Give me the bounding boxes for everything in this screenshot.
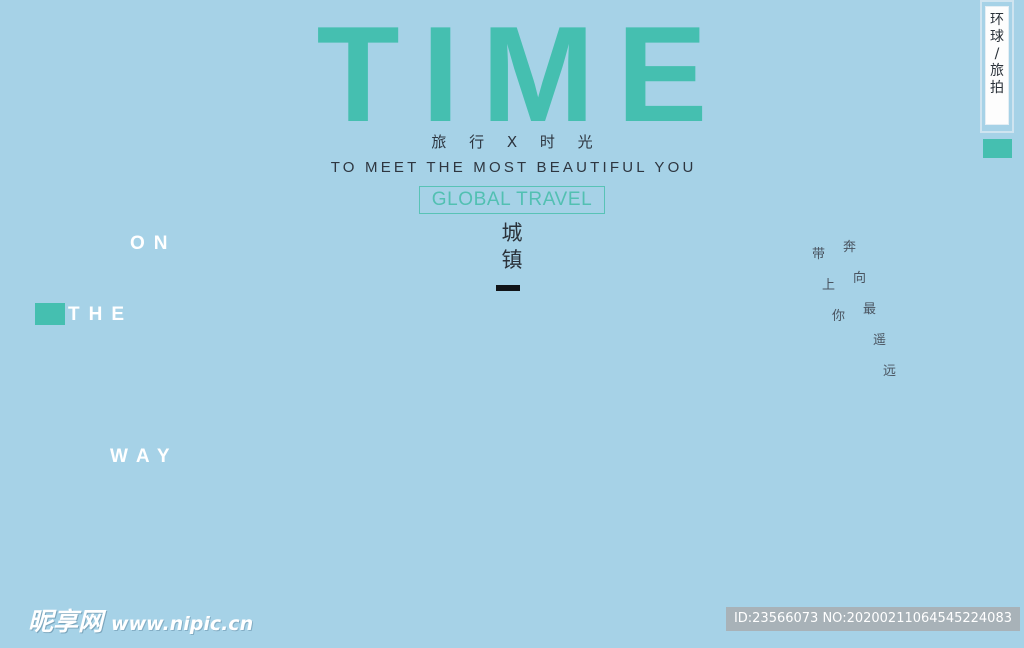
right-col-b-char-4: 遥 xyxy=(873,333,887,348)
corner-badge-accent-block xyxy=(983,139,1012,158)
global-travel-label: GLOBAL TRAVEL xyxy=(418,186,606,214)
poster-canvas: TIME 旅 行 X 时 光 TO MEET THE MOST BEAUTIFU… xyxy=(0,0,1024,648)
english-tagline: TO MEET THE MOST BEAUTIFUL YOU xyxy=(330,159,697,176)
left-word-on: ON xyxy=(130,233,177,254)
watermark-url: www.nipic.cn xyxy=(111,613,254,635)
right-col-a-char-2: 上 xyxy=(822,278,836,293)
global-travel-label-wrap: GLOBAL TRAVEL xyxy=(0,186,1024,214)
corner-badge-char-3: / xyxy=(994,46,1000,62)
watermark: 昵享网 www.nipic.cn xyxy=(28,609,253,634)
right-col-a-char-1: 带 xyxy=(812,247,826,262)
watermark-site-name: 昵享网 xyxy=(28,607,104,636)
right-col-a-char-3: 你 xyxy=(832,309,846,324)
left-word-the: THE xyxy=(68,304,133,325)
right-col-b-char-3: 最 xyxy=(863,302,877,317)
center-dash-rule xyxy=(496,285,520,291)
corner-badge-text: 环 球 / 旅 拍 xyxy=(986,12,1008,97)
right-col-b-char-2: 向 xyxy=(853,271,867,286)
left-accent-square xyxy=(35,303,65,325)
right-col-b-char-5: 远 xyxy=(883,364,897,379)
chinese-subtitle: 旅 行 X 时 光 xyxy=(431,133,602,151)
corner-badge-char-2: 球 xyxy=(990,29,1004,45)
corner-badge-char-5: 拍 xyxy=(990,80,1004,96)
asset-id-bar: ID:23566073 NO:20200211064545224083 xyxy=(725,607,1020,631)
page-title: TIME xyxy=(316,0,730,150)
left-word-way: WAY xyxy=(110,446,179,467)
corner-badge-char-4: 旅 xyxy=(990,63,1004,79)
corner-badge-char-1: 环 xyxy=(990,12,1004,28)
right-col-b-char-1: 奔 xyxy=(843,240,857,255)
